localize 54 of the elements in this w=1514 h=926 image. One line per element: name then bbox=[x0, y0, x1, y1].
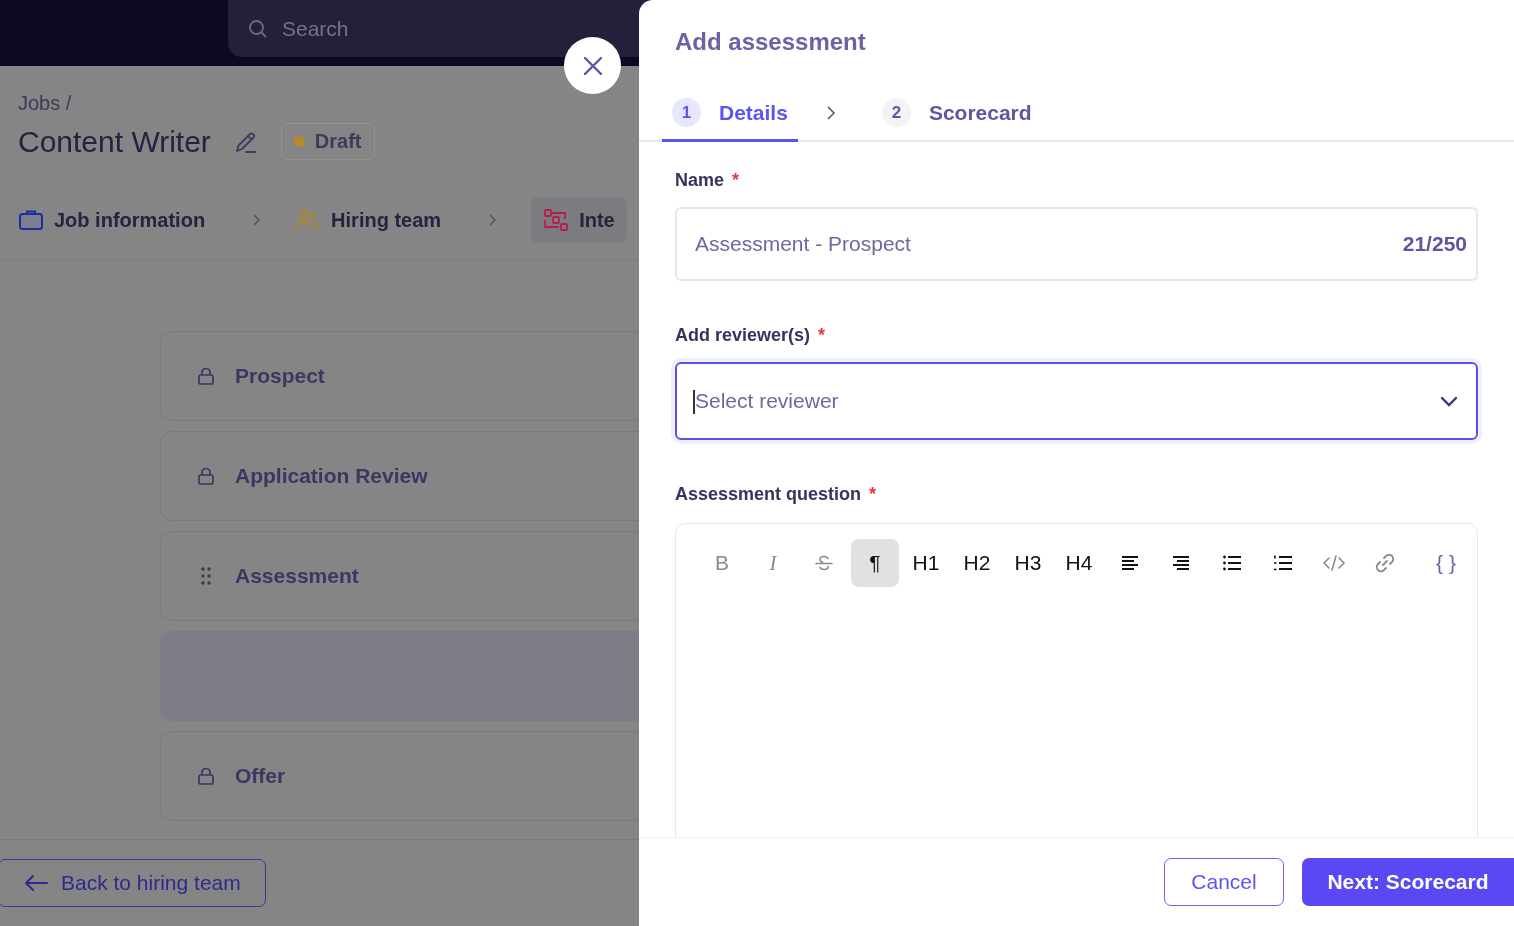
briefcase-icon bbox=[18, 208, 44, 232]
bullet-list-icon bbox=[1222, 553, 1242, 573]
character-counter: 21/250 bbox=[1402, 232, 1467, 256]
arrow-left-icon bbox=[23, 873, 49, 893]
tab-label: Scorecard bbox=[928, 100, 1032, 125]
step-number: 1 bbox=[672, 98, 701, 127]
wizard-tab[interactable]: 2 Scorecard bbox=[871, 98, 1042, 142]
close-icon bbox=[582, 55, 603, 76]
step-number: 2 bbox=[881, 98, 911, 127]
chevron-down-icon bbox=[1440, 395, 1458, 407]
required-mark: * bbox=[869, 484, 877, 504]
toolbar-button[interactable]: H4 bbox=[1055, 539, 1103, 587]
workflow-icon bbox=[543, 208, 570, 232]
name-input[interactable]: Assessment - Prospect bbox=[693, 231, 1403, 257]
toolbar-button[interactable]: H1 bbox=[902, 539, 950, 587]
step-tab[interactable]: Job information bbox=[18, 197, 218, 243]
field-label: Add reviewer(s) bbox=[675, 325, 811, 345]
stage-name: Offer bbox=[235, 764, 286, 788]
toolbar-button[interactable]: H3 bbox=[1004, 539, 1052, 587]
required-mark: * bbox=[732, 170, 740, 190]
stage-name: Assessment bbox=[235, 564, 359, 588]
field-label: Name bbox=[675, 170, 725, 190]
name-field[interactable]: Assessment - Prospect 21/250 bbox=[675, 207, 1478, 281]
tab-label: Details bbox=[719, 100, 788, 125]
status-label: Draft bbox=[314, 130, 362, 153]
next-button[interactable]: Next: Scorecard bbox=[1302, 858, 1514, 906]
people-icon bbox=[295, 208, 322, 232]
toolbar-button[interactable]: { } bbox=[1422, 539, 1470, 587]
toolbar-button[interactable]: H2 bbox=[953, 539, 1001, 587]
toolbar-button[interactable]: ¶ bbox=[851, 539, 899, 587]
chevron-right-icon bbox=[487, 213, 498, 227]
reviewer-input[interactable]: Select reviewer bbox=[693, 388, 1440, 414]
align-left-icon bbox=[1120, 553, 1140, 573]
step-tab[interactable]: Hiring team bbox=[295, 197, 454, 243]
stage-name: Prospect bbox=[235, 364, 325, 388]
stage-name: Application Review bbox=[235, 464, 428, 488]
field-label: Assessment question bbox=[675, 484, 862, 504]
required-mark: * bbox=[818, 325, 826, 345]
lock-icon bbox=[197, 766, 215, 786]
wizard-tab[interactable]: 1 Details bbox=[662, 98, 798, 142]
chevron-right-icon bbox=[251, 213, 262, 227]
search-icon bbox=[248, 18, 268, 39]
cancel-button[interactable]: Cancel bbox=[1164, 858, 1284, 906]
link-icon bbox=[1374, 552, 1396, 574]
lock-icon bbox=[197, 466, 215, 486]
job-title: Content Writer bbox=[18, 124, 211, 159]
numbered-list-icon bbox=[1273, 553, 1293, 573]
strikethrough-icon bbox=[814, 553, 834, 573]
chevron-right-icon bbox=[825, 105, 836, 121]
search-input[interactable]: Search bbox=[280, 15, 584, 42]
lock-icon bbox=[197, 366, 215, 386]
align-right-icon bbox=[1171, 553, 1191, 573]
code-icon bbox=[1322, 553, 1346, 573]
step-tab[interactable]: Inte bbox=[531, 197, 627, 243]
